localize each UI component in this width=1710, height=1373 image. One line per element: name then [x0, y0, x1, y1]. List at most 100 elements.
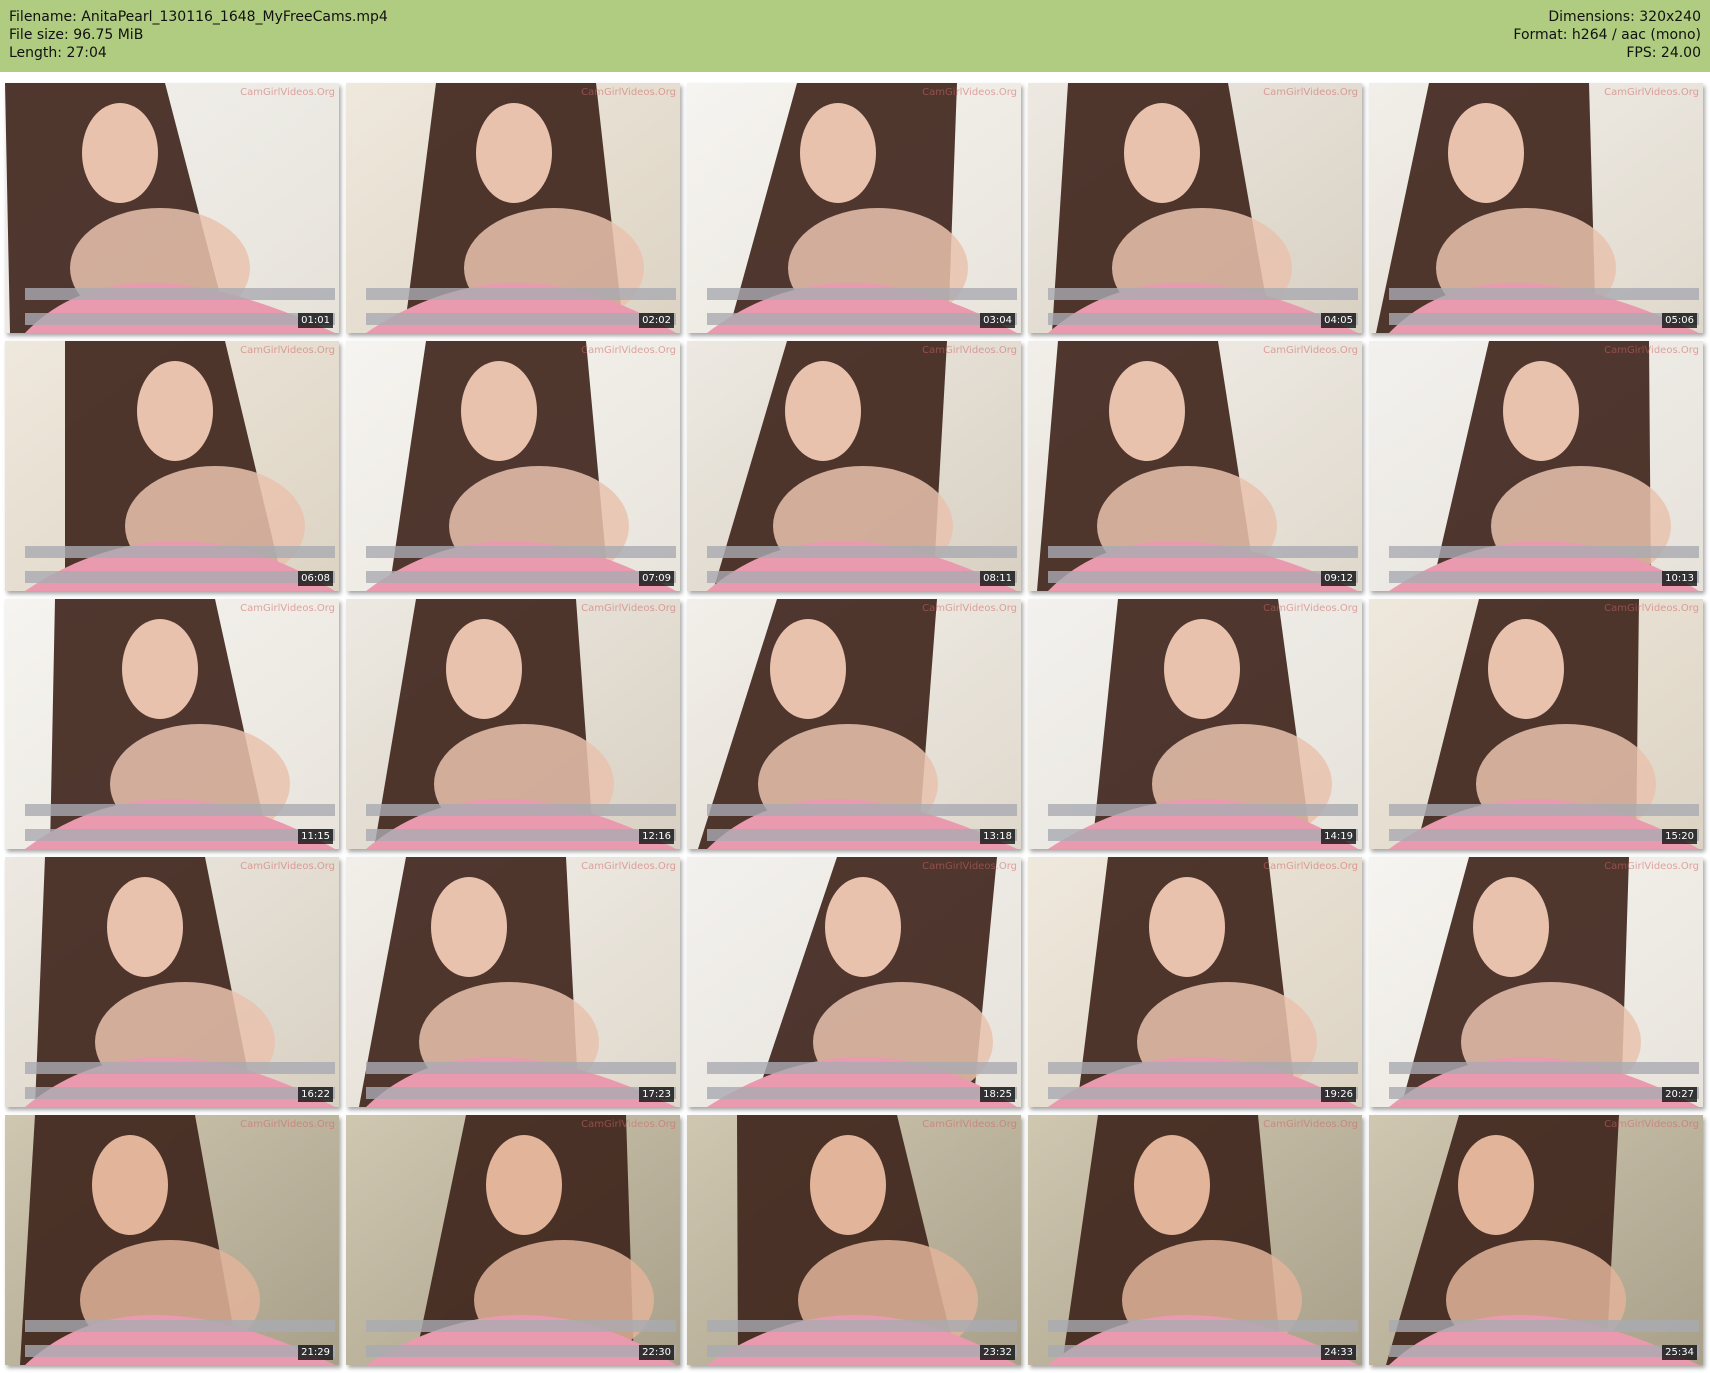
video-thumbnail: CamGirlVideos.Org 11:15 — [5, 599, 339, 849]
thumbnail-image — [346, 857, 680, 1107]
timestamp-label: 21:29 — [298, 1345, 333, 1360]
watermark-text: CamGirlVideos.Org — [1263, 87, 1358, 98]
video-thumbnail: CamGirlVideos.Org 22:30 — [346, 1115, 680, 1365]
timestamp-label: 22:30 — [639, 1345, 674, 1360]
timestamp-label: 17:23 — [639, 1087, 674, 1102]
watermark-text: CamGirlVideos.Org — [1604, 861, 1699, 872]
thumbnail-image — [687, 341, 1021, 591]
file-info-header: Filename: AnitaPearl_130116_1648_MyFreeC… — [0, 0, 1710, 72]
format-label: Format: h264 / aac (mono) — [1513, 27, 1701, 43]
thumbnail-image — [1028, 83, 1362, 333]
timestamp-label: 03:04 — [980, 313, 1015, 328]
dimensions-label: Dimensions: 320x240 — [1548, 9, 1701, 25]
watermark-text: CamGirlVideos.Org — [1263, 603, 1358, 614]
thumbnail-image — [1369, 857, 1703, 1107]
filesize-label: File size: 96.75 MiB — [9, 27, 144, 43]
watermark-text: CamGirlVideos.Org — [240, 603, 335, 614]
video-thumbnail: CamGirlVideos.Org 18:25 — [687, 857, 1021, 1107]
watermark-text: CamGirlVideos.Org — [1604, 345, 1699, 356]
video-thumbnail: CamGirlVideos.Org 09:12 — [1028, 341, 1362, 591]
timestamp-label: 02:02 — [639, 313, 674, 328]
timestamp-label: 09:12 — [1321, 571, 1356, 586]
timestamp-label: 18:25 — [980, 1087, 1015, 1102]
timestamp-label: 24:33 — [1321, 1345, 1356, 1360]
watermark-text: CamGirlVideos.Org — [240, 861, 335, 872]
thumbnail-image — [1028, 599, 1362, 849]
video-thumbnail: CamGirlVideos.Org 21:29 — [5, 1115, 339, 1365]
watermark-text: CamGirlVideos.Org — [581, 1119, 676, 1130]
thumbnail-image — [5, 857, 339, 1107]
thumbnail-grid: CamGirlVideos.Org 01:01 CamGirlVideos.Org 0… — [0, 72, 1710, 1373]
video-thumbnail: CamGirlVideos.Org 06:08 — [5, 341, 339, 591]
video-thumbnail: CamGirlVideos.Org 12:16 — [346, 599, 680, 849]
watermark-text: CamGirlVideos.Org — [1263, 861, 1358, 872]
thumbnail-image — [1369, 83, 1703, 333]
timestamp-label: 05:06 — [1662, 313, 1697, 328]
watermark-text: CamGirlVideos.Org — [922, 603, 1017, 614]
watermark-text: CamGirlVideos.Org — [1604, 603, 1699, 614]
video-thumbnail: CamGirlVideos.Org 13:18 — [687, 599, 1021, 849]
fps-label: FPS: 24.00 — [1626, 45, 1701, 61]
video-thumbnail: CamGirlVideos.Org 15:20 — [1369, 599, 1703, 849]
timestamp-label: 06:08 — [298, 571, 333, 586]
thumbnail-image — [1369, 341, 1703, 591]
thumbnail-image — [1028, 857, 1362, 1107]
video-thumbnail: CamGirlVideos.Org 19:26 — [1028, 857, 1362, 1107]
watermark-text: CamGirlVideos.Org — [922, 345, 1017, 356]
file-info-right: Dimensions: 320x240 Format: h264 / aac (… — [1513, 8, 1701, 62]
thumbnail-image — [5, 83, 339, 333]
filename-label: Filename: AnitaPearl_130116_1648_MyFreeC… — [9, 9, 388, 25]
watermark-text: CamGirlVideos.Org — [1604, 1119, 1699, 1130]
watermark-text: CamGirlVideos.Org — [581, 87, 676, 98]
video-thumbnail: CamGirlVideos.Org 20:27 — [1369, 857, 1703, 1107]
video-thumbnail: CamGirlVideos.Org 07:09 — [346, 341, 680, 591]
video-thumbnail: CamGirlVideos.Org 02:02 — [346, 83, 680, 333]
thumbnail-image — [1028, 341, 1362, 591]
video-thumbnail: CamGirlVideos.Org 16:22 — [5, 857, 339, 1107]
video-thumbnail: CamGirlVideos.Org 24:33 — [1028, 1115, 1362, 1365]
thumbnail-image — [687, 599, 1021, 849]
timestamp-label: 15:20 — [1662, 829, 1697, 844]
thumbnail-image — [687, 83, 1021, 333]
watermark-text: CamGirlVideos.Org — [581, 861, 676, 872]
video-thumbnail: CamGirlVideos.Org 05:06 — [1369, 83, 1703, 333]
timestamp-label: 07:09 — [639, 571, 674, 586]
thumbnail-image — [5, 599, 339, 849]
file-info-left: Filename: AnitaPearl_130116_1648_MyFreeC… — [9, 8, 388, 62]
video-thumbnail: CamGirlVideos.Org 08:11 — [687, 341, 1021, 591]
timestamp-label: 10:13 — [1662, 571, 1697, 586]
thumbnail-image — [5, 341, 339, 591]
timestamp-label: 20:27 — [1662, 1087, 1697, 1102]
watermark-text: CamGirlVideos.Org — [1604, 87, 1699, 98]
thumbnail-image — [346, 599, 680, 849]
thumbnail-image — [346, 341, 680, 591]
video-thumbnail: CamGirlVideos.Org 04:05 — [1028, 83, 1362, 333]
watermark-text: CamGirlVideos.Org — [240, 345, 335, 356]
timestamp-label: 19:26 — [1321, 1087, 1356, 1102]
timestamp-label: 11:15 — [298, 829, 333, 844]
thumbnail-image — [687, 1115, 1021, 1365]
timestamp-label: 23:32 — [980, 1345, 1015, 1360]
thumbnail-image — [346, 1115, 680, 1365]
video-thumbnail: CamGirlVideos.Org 10:13 — [1369, 341, 1703, 591]
timestamp-label: 01:01 — [298, 313, 333, 328]
thumbnail-image — [5, 1115, 339, 1365]
video-thumbnail: CamGirlVideos.Org 25:34 — [1369, 1115, 1703, 1365]
timestamp-label: 16:22 — [298, 1087, 333, 1102]
length-label: Length: 27:04 — [9, 45, 107, 61]
timestamp-label: 14:19 — [1321, 829, 1356, 844]
thumbnail-image — [1369, 1115, 1703, 1365]
watermark-text: CamGirlVideos.Org — [240, 87, 335, 98]
thumbnail-image — [687, 857, 1021, 1107]
watermark-text: CamGirlVideos.Org — [922, 87, 1017, 98]
video-thumbnail: CamGirlVideos.Org 17:23 — [346, 857, 680, 1107]
video-thumbnail: CamGirlVideos.Org 23:32 — [687, 1115, 1021, 1365]
watermark-text: CamGirlVideos.Org — [581, 345, 676, 356]
watermark-text: CamGirlVideos.Org — [1263, 345, 1358, 356]
thumbnail-image — [1369, 599, 1703, 849]
timestamp-label: 12:16 — [639, 829, 674, 844]
watermark-text: CamGirlVideos.Org — [1263, 1119, 1358, 1130]
thumbnail-image — [1028, 1115, 1362, 1365]
video-thumbnail: CamGirlVideos.Org 03:04 — [687, 83, 1021, 333]
watermark-text: CamGirlVideos.Org — [240, 1119, 335, 1130]
